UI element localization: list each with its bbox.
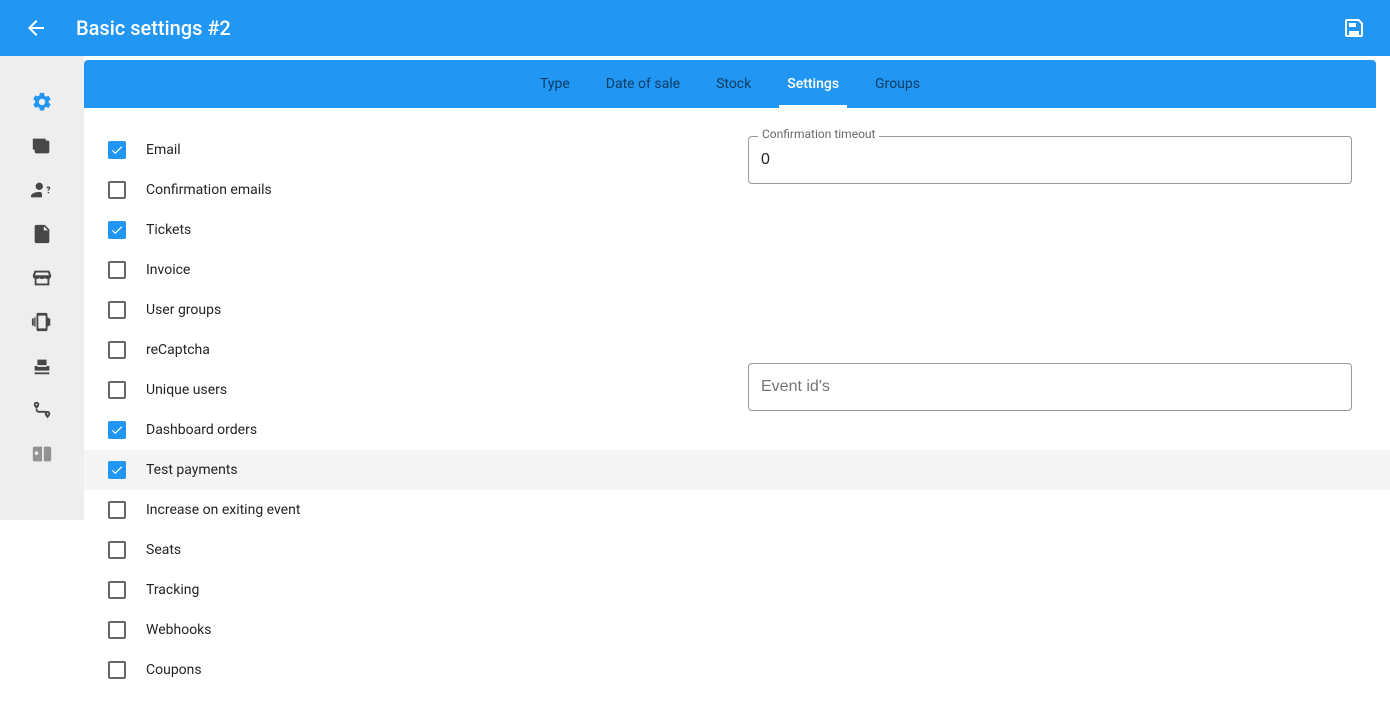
setting-label-increase_on_exiting_event: Increase on exiting event: [146, 502, 300, 518]
save-button[interactable]: [1334, 8, 1374, 48]
event-ids-field: [748, 363, 1352, 411]
checkbox-recaptcha[interactable]: [108, 341, 126, 359]
sidebar-item-seat[interactable]: [22, 354, 62, 378]
sidebar-item-user-question[interactable]: [22, 178, 62, 202]
email-icon: [31, 135, 53, 157]
gear-icon: [31, 91, 53, 113]
setting-row-invoice[interactable]: Invoice: [84, 250, 708, 290]
phone-vibrate-icon: [31, 311, 53, 333]
sidebar-item-pdf[interactable]: [22, 222, 62, 246]
setting-row-webhooks[interactable]: Webhooks: [84, 610, 708, 650]
setting-row-tracking[interactable]: Tracking: [84, 570, 708, 610]
badge-icon: [31, 443, 53, 465]
tab-date-of-sale[interactable]: Date of sale: [606, 60, 680, 108]
setting-label-webhooks: Webhooks: [146, 622, 212, 638]
sidebar-item-badge[interactable]: [22, 442, 62, 466]
confirmation-timeout-field: Confirmation timeout: [748, 136, 1352, 184]
setting-row-user_groups[interactable]: User groups: [84, 290, 708, 330]
setting-row-email[interactable]: Email: [84, 130, 708, 170]
checkbox-seats[interactable]: [108, 541, 126, 559]
checkbox-confirmation_emails[interactable]: [108, 181, 126, 199]
setting-label-unique_users: Unique users: [146, 382, 227, 398]
sidebar-item-email[interactable]: [22, 134, 62, 158]
user-question-icon: [31, 179, 53, 201]
tab-settings[interactable]: Settings: [787, 60, 839, 108]
settings-checkbox-list: Email Confirmation emails Tickets Invoice Us…: [108, 130, 708, 690]
save-icon: [1342, 16, 1366, 40]
checkbox-invoice[interactable]: [108, 261, 126, 279]
checkbox-increase_on_exiting_event[interactable]: [108, 501, 126, 519]
setting-label-test_payments: Test payments: [146, 462, 238, 478]
settings-panel: Email Confirmation emails Tickets Invoice Us…: [84, 108, 1376, 706]
setting-row-seats[interactable]: Seats: [84, 530, 708, 570]
check-icon: [110, 143, 124, 157]
checkbox-user_groups[interactable]: [108, 301, 126, 319]
setting-label-invoice: Invoice: [146, 262, 190, 278]
event-ids-input[interactable]: [748, 363, 1352, 411]
checkbox-email[interactable]: [108, 141, 126, 159]
confirmation-timeout-label: Confirmation timeout: [758, 127, 879, 141]
setting-row-coupons[interactable]: Coupons: [84, 650, 708, 690]
setting-label-seats: Seats: [146, 542, 181, 558]
sidebar-item-storefront[interactable]: [22, 266, 62, 290]
setting-label-tracking: Tracking: [146, 582, 199, 598]
setting-row-confirmation_emails[interactable]: Confirmation emails: [84, 170, 708, 210]
sidebar-item-gear[interactable]: [22, 90, 62, 114]
storefront-icon: [31, 267, 53, 289]
setting-label-recaptcha: reCaptcha: [146, 342, 210, 358]
checkbox-test_payments[interactable]: [108, 461, 126, 479]
setting-label-tickets: Tickets: [146, 222, 191, 238]
tabs-bar: Type Date of sale Stock Settings Groups: [84, 60, 1376, 108]
back-button[interactable]: [16, 8, 56, 48]
page-title: Basic settings #2: [76, 16, 1314, 40]
sidebar-item-phone-vibrate[interactable]: [22, 310, 62, 334]
setting-row-recaptcha[interactable]: reCaptcha: [84, 330, 708, 370]
tab-type[interactable]: Type: [540, 60, 570, 108]
checkbox-tickets[interactable]: [108, 221, 126, 239]
tab-groups[interactable]: Groups: [875, 60, 920, 108]
seat-icon: [31, 355, 53, 377]
setting-row-unique_users[interactable]: Unique users: [84, 370, 708, 410]
setting-label-coupons: Coupons: [146, 662, 202, 678]
check-icon: [110, 463, 124, 477]
route-icon: [31, 399, 53, 421]
setting-row-dashboard_orders[interactable]: Dashboard orders: [84, 410, 708, 450]
setting-label-user_groups: User groups: [146, 302, 221, 318]
checkbox-webhooks[interactable]: [108, 621, 126, 639]
sidebar: [0, 56, 84, 520]
app-bar: Basic settings #2: [0, 0, 1390, 56]
check-icon: [110, 423, 124, 437]
settings-right-column: Confirmation timeout: [748, 130, 1376, 690]
checkbox-unique_users[interactable]: [108, 381, 126, 399]
sidebar-item-route[interactable]: [22, 398, 62, 422]
checkbox-tracking[interactable]: [108, 581, 126, 599]
setting-row-tickets[interactable]: Tickets: [84, 210, 708, 250]
content-area: Type Date of sale Stock Settings Groups …: [84, 56, 1390, 706]
check-icon: [110, 223, 124, 237]
checkbox-coupons[interactable]: [108, 661, 126, 679]
pdf-icon: [31, 223, 53, 245]
setting-label-dashboard_orders: Dashboard orders: [146, 422, 257, 438]
tab-stock[interactable]: Stock: [716, 60, 751, 108]
setting-row-increase_on_exiting_event[interactable]: Increase on exiting event: [84, 490, 708, 530]
setting-label-confirmation_emails: Confirmation emails: [146, 182, 272, 198]
checkbox-dashboard_orders[interactable]: [108, 421, 126, 439]
confirmation-timeout-input[interactable]: [748, 136, 1352, 184]
setting-label-email: Email: [146, 142, 181, 158]
arrow-back-icon: [24, 16, 48, 40]
